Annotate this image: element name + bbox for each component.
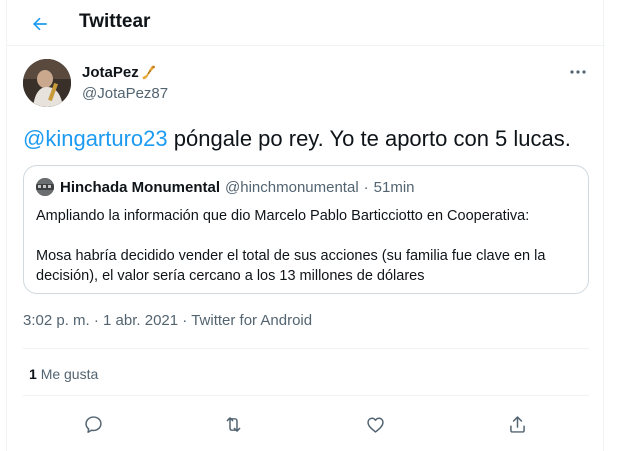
more-options-button[interactable] [563,60,593,84]
mention-link[interactable]: @kingarturo23 [23,126,168,151]
page-header: Twittear [7,0,605,46]
page-title: Twittear [79,11,151,32]
tweet-body: póngale po rey. Yo te aporto con 5 lucas… [167,126,571,151]
quoted-avatar-photo [36,178,54,196]
likes-label: Me gusta [40,366,99,382]
divider [23,395,589,396]
avatar-photo [23,59,71,107]
likes-count: 1 [29,366,37,382]
tweet-source[interactable]: Twitter for Android [191,312,312,329]
saxophone-icon [142,65,155,79]
reply-button[interactable] [79,410,107,438]
tweet-detail-column: Twittear JotaPez @JotaPez87 @kingarturo2… [6,0,605,451]
quoted-separator: · [363,178,369,196]
share-button[interactable] [503,410,531,438]
quoted-tweet-text: Ampliando la información que dio Marcelo… [36,206,581,286]
like-icon [366,416,384,433]
quoted-text-line: Mosa habría decidido vender el total de … [36,248,546,284]
author-avatar[interactable] [23,59,71,107]
retweet-button[interactable] [219,410,247,438]
share-icon [509,415,525,433]
tweet-meta: 3:02 p. m. · 1 abr. 2021 · Twitter for A… [23,312,312,329]
quoted-time: 51min [373,178,415,196]
likes-link[interactable]: 1 Me gusta [29,366,98,382]
back-button[interactable] [23,7,57,41]
author-name[interactable]: JotaPez [82,64,139,81]
quoted-tweet-header: Hinchada Monumental @hinchmonumental · 5… [36,178,415,196]
like-button[interactable] [361,410,389,438]
back-arrow-icon [33,17,47,31]
quoted-text-line: Ampliando la información que dio Marcelo… [36,208,530,224]
quoted-tweet[interactable]: Hinchada Monumental @hinchmonumental · 5… [23,165,589,294]
tweet-date[interactable]: 1 abr. 2021 [103,312,178,329]
meta-separator: · [93,312,99,329]
tweet-time[interactable]: 3:02 p. m. [23,312,90,329]
quoted-author-handle: @hinchmonumental [225,178,359,196]
reply-icon [84,415,102,433]
meta-separator: · [182,312,188,329]
author-name-row[interactable]: JotaPez [82,64,157,81]
divider [23,348,589,349]
more-dots-icon [570,70,586,74]
quoted-avatar [36,178,54,196]
tweet-text: @kingarturo23 póngale po rey. Yo te apor… [23,124,571,154]
author-handle[interactable]: @JotaPez87 [82,85,168,102]
retweet-icon [226,416,240,432]
quoted-author-name: Hinchada Monumental [60,178,221,196]
